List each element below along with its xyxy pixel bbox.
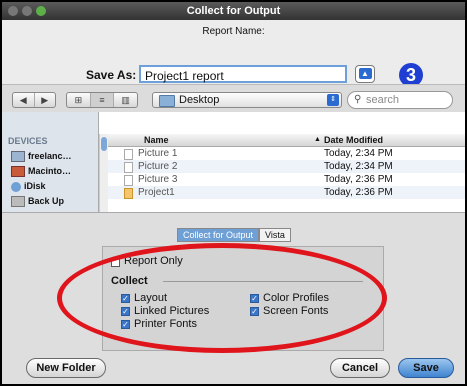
sidebar-item-idisk[interactable]: iDisk [11, 181, 46, 192]
options-area: Collect for Output Vista Report Only Col… [2, 213, 465, 354]
file-row[interactable]: Picture 2 Today, 2:34 PM [108, 160, 465, 173]
color-profiles-label: Color Profiles [263, 292, 330, 304]
location-label: Desktop [179, 94, 220, 106]
search-field[interactable]: ⚲ search [347, 91, 453, 109]
tab-vista[interactable]: Vista [259, 228, 291, 242]
button-bar: New Folder Cancel Save [2, 354, 465, 384]
icon-view-icon[interactable]: ⊞ [67, 93, 91, 107]
save-button[interactable]: Save [398, 358, 454, 378]
image-file-icon [124, 175, 133, 186]
column-header-date-modified[interactable]: Date Modified [324, 134, 383, 146]
cancel-button[interactable]: Cancel [330, 358, 390, 378]
minimize-window-icon[interactable] [22, 6, 32, 16]
options-tabs: Collect for Output Vista [177, 228, 291, 242]
window-title: Collect for Output [186, 5, 281, 17]
printer-fonts-checkbox[interactable]: ✓ [121, 320, 130, 329]
disclosure-triangle-icon: ▲ [358, 68, 372, 79]
idisk-icon [11, 181, 21, 192]
folder-icon [159, 95, 175, 107]
title-bar: Collect for Output [2, 2, 465, 20]
report-only-checkbox[interactable] [111, 258, 120, 267]
back-forward-buttons: ◀ ▶ [12, 92, 56, 108]
file-row[interactable]: Project1 Today, 2:36 PM [108, 186, 465, 199]
collect-heading: Collect [111, 275, 148, 287]
screen-fonts-checkbox[interactable]: ✓ [250, 307, 259, 316]
disk-icon [11, 196, 25, 208]
computer-icon [11, 151, 25, 163]
save-as-label: Save As: [86, 68, 137, 82]
collect-options-panel: Report Only Collect ✓ Layout ✓ Linked Pi… [102, 246, 384, 351]
file-list: Picture 1 Today, 2:34 PM Picture 2 Today, … [108, 147, 465, 199]
linked-pictures-label: Linked Pictures [134, 305, 210, 317]
collect-divider [163, 281, 363, 282]
sidebar-item-freelance[interactable]: freelanc… [11, 151, 72, 163]
screen-fonts-label: Screen Fonts [263, 305, 329, 317]
printer-fonts-label: Printer Fonts [134, 318, 197, 330]
file-browser: DEVICES freelanc… Macinto… iDisk Back Up… [2, 112, 465, 213]
image-file-icon [124, 162, 133, 173]
hard-drive-icon [11, 166, 25, 178]
save-as-field[interactable]: Project1 report [139, 65, 347, 83]
column-header-name[interactable]: Name [144, 134, 169, 146]
project-file-icon [124, 188, 133, 199]
save-header: Report Name: Save As: Project1 report ▲ … [2, 20, 465, 87]
new-folder-button[interactable]: New Folder [26, 358, 106, 378]
sidebar-scrollbar[interactable] [99, 134, 108, 212]
expand-dialog-button[interactable]: ▲ [355, 65, 375, 83]
sidebar-item-macintosh[interactable]: Macinto… [11, 166, 71, 178]
linked-pictures-checkbox[interactable]: ✓ [121, 307, 130, 316]
file-row[interactable]: Picture 3 Today, 2:36 PM [108, 173, 465, 186]
browser-toolbar: ◀ ▶ ⊞ ≡ ▥ Desktop ⇕ ⚲ search [2, 84, 465, 114]
report-name-label: Report Name: [202, 26, 265, 37]
layout-label: Layout [134, 292, 168, 304]
sidebar: DEVICES freelanc… Macinto… iDisk Back Up [2, 112, 99, 212]
file-row[interactable]: Picture 1 Today, 2:34 PM [108, 147, 465, 160]
tab-collect-for-output[interactable]: Collect for Output [177, 228, 260, 242]
back-arrow-icon[interactable]: ◀ [13, 93, 35, 107]
list-view-icon[interactable]: ≡ [90, 93, 115, 107]
popup-arrows-icon: ⇕ [327, 94, 339, 106]
search-icon: ⚲ [354, 94, 362, 105]
color-profiles-checkbox[interactable]: ✓ [250, 294, 259, 303]
close-window-icon[interactable] [8, 6, 18, 16]
sidebar-section-devices: DEVICES [8, 136, 48, 146]
location-popup[interactable]: Desktop ⇕ [152, 92, 342, 108]
collect-for-output-dialog: Collect for Output Report Name: Save As:… [0, 0, 467, 386]
sort-ascending-icon: ▲ [314, 136, 321, 143]
forward-arrow-icon[interactable]: ▶ [35, 93, 56, 107]
file-list-header: Name ▲ Date Modified [108, 134, 465, 147]
scroll-thumb[interactable] [101, 137, 107, 151]
layout-checkbox[interactable]: ✓ [121, 294, 130, 303]
search-placeholder: search [366, 94, 400, 106]
zoom-window-icon[interactable] [36, 6, 46, 16]
view-mode-buttons: ⊞ ≡ ▥ [66, 92, 138, 108]
report-only-label: Report Only [124, 255, 183, 267]
column-view-icon[interactable]: ▥ [114, 93, 137, 107]
image-file-icon [124, 149, 133, 160]
sidebar-item-back-up[interactable]: Back Up [11, 196, 64, 208]
